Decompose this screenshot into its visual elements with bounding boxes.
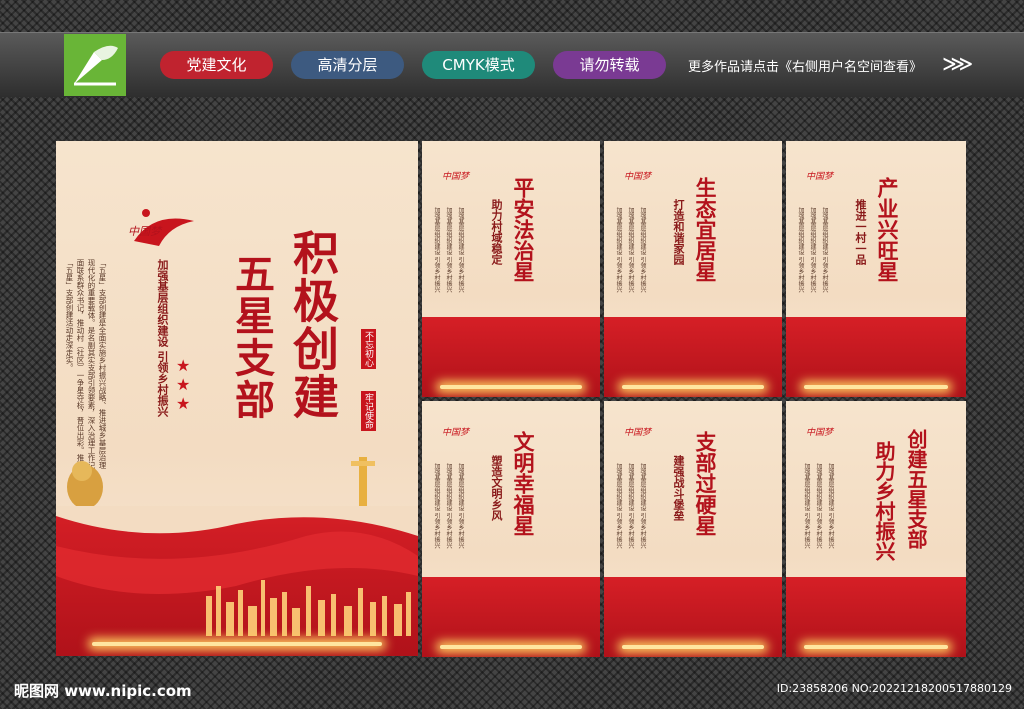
stars-decoration: ★ ★ ★ (176, 356, 191, 413)
poster-small-text: 加强基层组织建设 引领乡村振兴 (821, 207, 828, 293)
horizon-glow (804, 645, 948, 649)
china-dream-badge: 中国梦 (124, 201, 204, 261)
poster-small-text-2: 加强基层组织建设 引领乡村振兴 (809, 207, 816, 293)
badge-icon: 中国梦 (442, 428, 470, 438)
main-title-left: 五星支部 (228, 253, 275, 421)
poster-subtitle: 塑造文明乡风 (490, 455, 503, 521)
tag-cmyk[interactable]: CMYK模式 (422, 51, 535, 79)
horizon-glow (92, 642, 382, 646)
poster-small-text-2: 加强基层组织建设 引领乡村振兴 (627, 207, 634, 293)
poster-small-text-2: 加强基层组织建设 引领乡村振兴 (815, 463, 822, 549)
red-flag-wave (786, 317, 966, 397)
stone-lion-image (62, 453, 108, 513)
main-slogan: 加强基层组织建设 引领乡村振兴 (156, 259, 169, 417)
poster-title: 支部过硬星 (693, 431, 718, 536)
red-flag-wave (604, 317, 782, 397)
poster-small-text-3: 加强基层组织建设 引领乡村振兴 (797, 207, 804, 293)
tag-party-culture[interactable]: 党建文化 (160, 51, 273, 79)
badge-icon: 中国梦 (442, 172, 470, 182)
huabiao-pillar-image (348, 451, 378, 511)
badge-icon: 中国梦 (624, 172, 652, 182)
poster-small-text-2: 加强基层组织建设 引领乡村振兴 (445, 463, 452, 549)
forward-arrows-icon[interactable]: ⋙ (942, 52, 973, 77)
poster-title: 平安法治星 (511, 177, 536, 282)
red-flag-wave (422, 577, 600, 657)
poster-subtitle: 推进一村一品 (854, 199, 867, 265)
badge-icon: 中国梦 (624, 428, 652, 438)
main-body: 「五星」支部创建是全面实施乡村振兴战略、推进城乡基层治理现代化的重要载体。是名副… (65, 259, 107, 469)
poster-subtitle: 打造和谐家园 (672, 199, 685, 265)
main-title-right: 积极创建 (286, 229, 340, 421)
poster-small-text-3: 加强基层组织建设 引领乡村振兴 (433, 463, 440, 549)
china-dream-text: 中国梦 (128, 225, 161, 238)
poster-small-text: 加强基层组织建设 引领乡村振兴 (639, 463, 646, 549)
poster-small-text: 加强基层组织建设 引领乡村振兴 (827, 463, 834, 549)
poster-five-star: 创建五星支部 助力乡村振兴 加强基层组织建设 引领乡村振兴 加强基层组织建设 引… (786, 401, 966, 657)
header-notice[interactable]: 更多作品请点击《右侧用户名空间查看》 (688, 56, 922, 75)
poster-subtitle: 助力村域稳定 (490, 199, 503, 265)
site-watermark: 昵图网 www.nipic.com (14, 682, 192, 700)
brand-logo[interactable] (64, 34, 126, 96)
poster-branch: 支部过硬星 建强战斗堡垒 加强基层组织建设 引领乡村振兴 加强基层组织建设 引领… (604, 401, 782, 657)
poster-small-text-2: 加强基层组织建设 引领乡村振兴 (627, 463, 634, 549)
seal-top: 不忘初心 (361, 329, 376, 369)
tag-hd-layers[interactable]: 高清分层 (291, 51, 404, 79)
poster-small-text: 加强基层组织建设 引领乡村振兴 (457, 463, 464, 549)
seal-bottom: 牢记使命 (361, 391, 376, 431)
badge-icon: 中国梦 (806, 172, 834, 182)
poster-title: 产业兴旺星 (875, 177, 900, 282)
poster-industry: 产业兴旺星 推进一村一品 加强基层组织建设 引领乡村振兴 加强基层组织建设 引领… (786, 141, 966, 397)
horizon-glow (621, 385, 765, 389)
poster-title: 生态宜居星 (693, 177, 718, 282)
poster-small-text-3: 加强基层组织建设 引领乡村振兴 (433, 207, 440, 293)
poster-safety: 平安法治星 助力村域稳定 加强基层组织建设 引领乡村振兴 加强基层组织建设 引领… (422, 141, 600, 397)
red-flag-wave (56, 506, 418, 656)
horizon-glow (439, 645, 583, 649)
main-poster: 中国梦 积极创建 五星支部 加强基层组织建设 引领乡村振兴 「五星」支部创建是全… (56, 141, 418, 656)
poster-small-text: 加强基层组织建设 引领乡村振兴 (457, 207, 464, 293)
poster-title: 创建五星支部 (904, 429, 928, 549)
horizon-glow (804, 385, 948, 389)
poster-small-text: 加强基层组织建设 引领乡村振兴 (639, 207, 646, 293)
image-id: ID:23858206 NO:20221218200517880129 (776, 682, 1012, 695)
poster-small-text-2: 加强基层组织建设 引领乡村振兴 (445, 207, 452, 293)
poster-title: 文明幸福星 (511, 431, 536, 536)
poster-small-text-3: 加强基层组织建设 引领乡村振兴 (615, 463, 622, 549)
poster-small-text-3: 加强基层组织建设 引领乡村振兴 (803, 463, 810, 549)
poster-subtitle: 助力乡村振兴 (872, 441, 896, 561)
poster-subtitle: 建强战斗堡垒 (672, 455, 685, 521)
horizon-glow (439, 385, 583, 389)
badge-icon: 中国梦 (806, 428, 834, 438)
poster-ecology: 生态宜居星 打造和谐家园 加强基层组织建设 引领乡村振兴 加强基层组织建设 引领… (604, 141, 782, 397)
poster-small-text-3: 加强基层组织建设 引领乡村振兴 (615, 207, 622, 293)
tag-no-repost[interactable]: 请勿转载 (553, 51, 666, 79)
poster-civilization: 文明幸福星 塑造文明乡风 加强基层组织建设 引领乡村振兴 加强基层组织建设 引领… (422, 401, 600, 657)
horizon-glow (621, 645, 765, 649)
red-flag-wave (786, 577, 966, 657)
red-flag-wave (422, 317, 600, 397)
red-flag-wave (604, 577, 782, 657)
